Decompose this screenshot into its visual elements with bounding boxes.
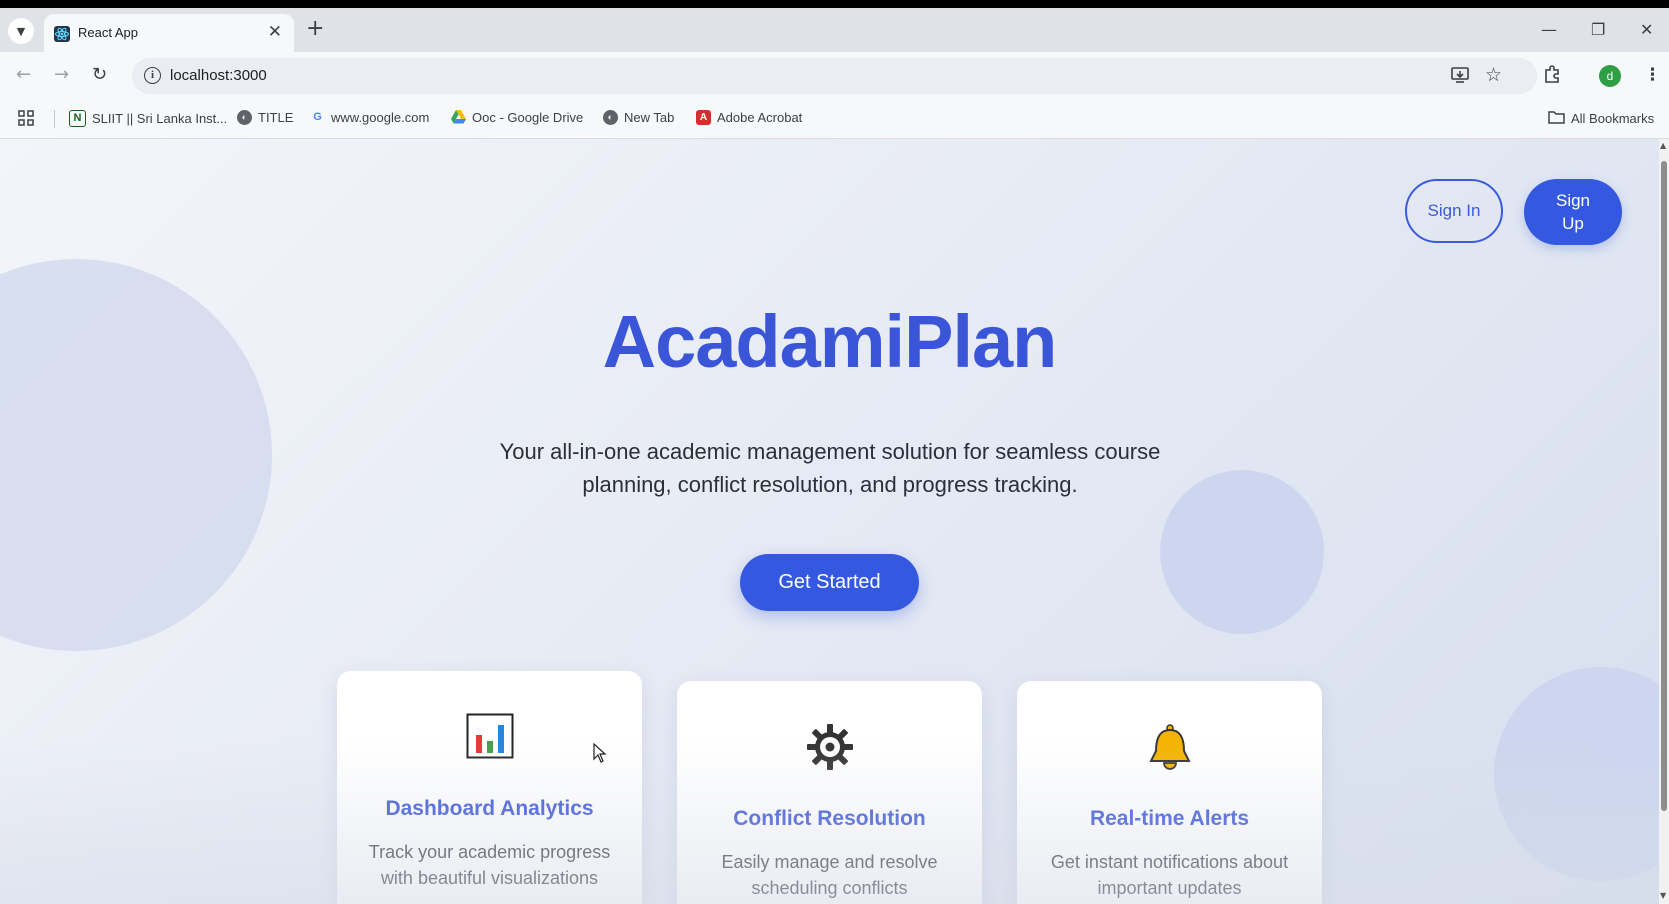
- close-window-icon[interactable]: ✕: [1640, 20, 1653, 39]
- profile-avatar[interactable]: d: [1599, 65, 1621, 87]
- sign-up-button[interactable]: Sign Up: [1524, 179, 1622, 245]
- adobe-acrobat-icon: A: [696, 110, 711, 125]
- bookmark-title[interactable]: ◐ TITLE: [237, 110, 293, 125]
- page-viewport: Sign In Sign Up AcadamiPlan Your all-in-…: [0, 139, 1659, 904]
- all-bookmarks-button[interactable]: All Bookmarks: [1548, 110, 1654, 127]
- feature-title: Conflict Resolution: [733, 807, 926, 830]
- feature-card-conflicts: Conflict Resolution Easily manage and re…: [677, 681, 982, 904]
- globe-icon: ◐: [603, 110, 618, 125]
- bookmark-adobe[interactable]: A Adobe Acrobat: [696, 110, 802, 125]
- tab-title: React App: [78, 25, 138, 40]
- bookmarks-bar: N SLIIT || Sri Lanka Inst... ◐ TITLE G w…: [0, 100, 1669, 139]
- bookmark-star-icon[interactable]: ☆: [1485, 64, 1502, 86]
- get-started-button[interactable]: Get Started: [740, 554, 919, 611]
- hero-title: AcadamiPlan: [602, 300, 1058, 383]
- top-edge: [0, 0, 1669, 8]
- bookmark-new-tab[interactable]: ◐ New Tab: [603, 110, 674, 125]
- sliit-logo-icon: N: [69, 110, 86, 127]
- feature-title: Dashboard Analytics: [385, 797, 594, 820]
- gear-icon: [677, 723, 982, 773]
- feature-description: Get instant notifications about importan…: [1050, 852, 1289, 898]
- scroll-up-arrow-icon[interactable]: ▲: [1660, 141, 1666, 150]
- active-tab[interactable]: React App ✕: [44, 14, 294, 52]
- bookmark-drive[interactable]: Ooc - Google Drive: [451, 110, 583, 125]
- address-bar[interactable]: i localhost:3000 ☆: [132, 58, 1537, 94]
- bell-icon: [1017, 723, 1322, 773]
- site-info-icon[interactable]: i: [144, 67, 161, 84]
- bookmark-sliit[interactable]: N SLIIT || Sri Lanka Inst...: [69, 110, 227, 127]
- globe-icon: ◐: [237, 110, 252, 125]
- feature-description: Track your academic progress with beauti…: [368, 842, 611, 888]
- apps-grid-icon[interactable]: [18, 110, 34, 126]
- url-text[interactable]: localhost:3000: [170, 67, 267, 84]
- react-favicon-icon: [54, 26, 70, 42]
- minimize-window-icon[interactable]: —: [1541, 20, 1557, 39]
- bookmark-google[interactable]: G www.google.com: [310, 110, 429, 125]
- tab-search-button[interactable]: ▼: [8, 18, 34, 44]
- forward-arrow-icon[interactable]: →: [54, 64, 69, 85]
- folder-icon: [1548, 110, 1565, 127]
- hero-subtitle: Your all-in-one academic management solu…: [499, 439, 1161, 497]
- restore-window-icon[interactable]: ❐: [1591, 20, 1605, 39]
- chevron-down-icon: ▼: [16, 24, 26, 38]
- google-logo-icon: G: [313, 111, 322, 123]
- bookmarks-separator: [54, 110, 55, 128]
- feature-title: Real-time Alerts: [1089, 807, 1250, 830]
- decorative-circle: [1160, 470, 1324, 634]
- feature-card-analytics: Dashboard Analytics Track your academic …: [337, 671, 642, 904]
- sign-up-label: Sign Up: [1555, 191, 1591, 233]
- browser-toolbar: ← → ↻ i localhost:3000 ☆ d ⋮: [0, 52, 1669, 100]
- extensions-icon[interactable]: [1543, 65, 1561, 88]
- back-arrow-icon[interactable]: ←: [16, 64, 31, 85]
- decorative-circle: [1494, 667, 1659, 881]
- reload-icon[interactable]: ↻: [92, 64, 107, 85]
- menu-kebab-icon[interactable]: ⋮: [1644, 65, 1661, 85]
- feature-description: Easily manage and resolve scheduling con…: [721, 852, 938, 898]
- feature-card-alerts: Real-time Alerts Get instant notificatio…: [1017, 681, 1322, 904]
- tab-strip: ▼ React App ✕ + — ❐ ✕: [0, 8, 1669, 52]
- vertical-scrollbar[interactable]: ▲ ▼: [1659, 139, 1669, 904]
- install-app-icon[interactable]: [1451, 66, 1469, 88]
- close-tab-icon[interactable]: ✕: [268, 22, 282, 42]
- google-drive-icon: [451, 110, 466, 125]
- mouse-cursor-icon: [593, 743, 607, 763]
- scrollbar-thumb[interactable]: [1661, 161, 1667, 811]
- new-tab-button[interactable]: +: [306, 18, 324, 40]
- scroll-down-arrow-icon[interactable]: ▼: [1660, 891, 1666, 900]
- sign-in-button[interactable]: Sign In: [1405, 179, 1503, 243]
